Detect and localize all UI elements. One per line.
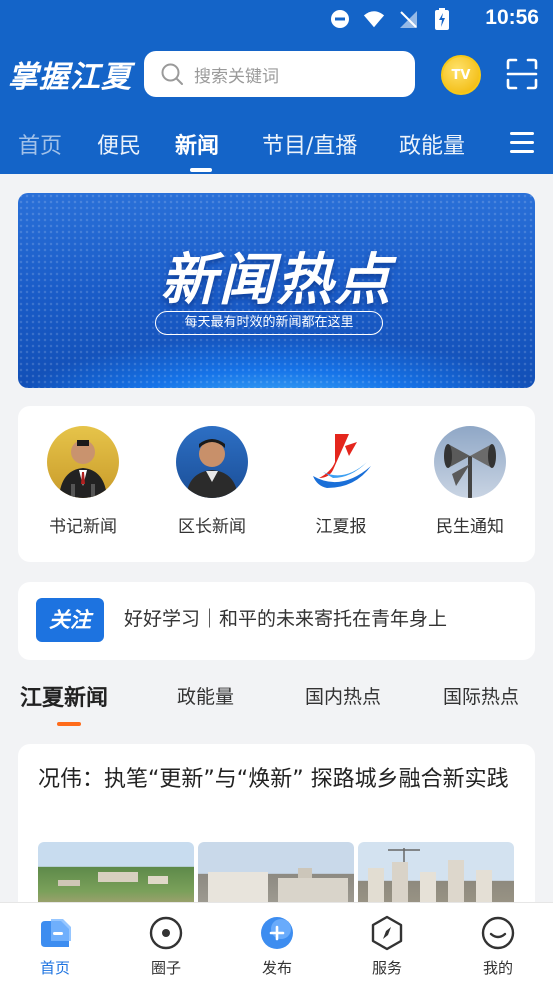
app-logo: 掌握江夏 [8,60,132,95]
tab-positive-energy-news[interactable]: 政能量 [177,682,234,709]
dnd-icon [329,8,351,30]
quick-link-label: 区长新闻 [178,517,246,537]
bottom-navigation: 首页 圈子 发布 服务 我的 [0,902,553,983]
banner-title: 新闻热点 [160,248,393,313]
quick-link-district-head-news[interactable]: 区长新闻 [162,426,262,537]
tab-jiangxia-news[interactable]: 江夏新闻 [20,680,108,712]
home-icon [37,915,73,951]
tab-positive-energy[interactable]: 政能量 [399,128,465,160]
menu-icon[interactable] [510,132,534,154]
status-bar: 10:56 [0,0,553,38]
wifi-icon [363,8,385,30]
quick-link-label: 江夏报 [315,517,367,537]
banner-subtitle: 每天最有时效的新闻都在这里 [155,311,383,335]
scan-icon[interactable] [505,57,539,91]
nav-label: 发布 [261,959,292,977]
nav-label: 首页 [39,959,70,977]
nav-service[interactable]: 服务 [352,915,422,978]
tab-home[interactable]: 首页 [18,128,62,160]
nav-home[interactable]: 首页 [20,915,90,978]
no-signal-icon [397,8,419,30]
notice-tag: 关注 [36,598,104,642]
nav-label: 圈子 [150,959,181,977]
quick-link-livelihood-notice[interactable]: 民生通知 [420,426,520,537]
article-title: 况伟：执笔“更新”与“焕新” 探路城乡融合新实践 [38,767,509,792]
notice-bar[interactable]: 关注 好好学习｜和平的未来寄托在青年身上 [18,582,535,660]
publish-icon [259,915,295,951]
nav-profile[interactable]: 我的 [463,915,533,978]
active-tab-indicator [190,168,212,172]
profile-icon [480,915,516,951]
tab-international-hotspot[interactable]: 国际热点 [443,682,519,709]
app-header: 10:56 掌握江夏 搜索关键词 TV 首页 便民 新闻 节目/直播 政能量 [0,0,553,174]
news-hotspot-banner[interactable]: 新闻热点 每天最有时效的新闻都在这里 [18,193,535,388]
quick-links-card: 书记新闻 区长新闻 江夏报 民生通知 [18,406,535,562]
quick-link-label: 书记新闻 [49,517,117,537]
channel-tabs: 首页 便民 新闻 节目/直播 政能量 [0,124,553,174]
battery-charging-icon [431,8,453,30]
status-icons [329,8,453,30]
tab-convenience[interactable]: 便民 [97,128,141,160]
nav-label: 服务 [371,959,402,977]
nav-label: 我的 [482,959,513,977]
nav-circle[interactable]: 圈子 [131,915,201,978]
top-bar: 掌握江夏 搜索关键词 TV [0,48,553,100]
service-icon [369,915,405,951]
secretary-avatar [47,426,119,498]
search-placeholder: 搜索关键词 [194,66,279,87]
notice-text: 好好学习｜和平的未来寄托在青年身上 [124,608,448,630]
tab-domestic-hotspot[interactable]: 国内热点 [305,682,381,709]
quick-link-secretary-news[interactable]: 书记新闻 [33,426,133,537]
circle-icon [148,915,184,951]
tab-news[interactable]: 新闻 [175,128,219,160]
tv-button[interactable]: TV [441,55,481,95]
active-subtab-indicator [57,722,81,726]
district-head-avatar [176,426,248,498]
search-input[interactable]: 搜索关键词 [144,51,415,97]
nav-publish[interactable]: 发布 [242,915,312,978]
quick-link-label: 民生通知 [436,517,504,537]
status-time: 10:56 [485,6,539,29]
quick-link-jiangxia-daily[interactable]: 江夏报 [291,426,391,537]
tab-programs-live[interactable]: 节目/直播 [262,128,357,160]
loudspeaker-image [434,426,506,498]
search-icon [160,62,184,86]
news-category-tabs: 江夏新闻 政能量 国内热点 国际热点 [0,676,553,726]
jiangxia-daily-logo [305,426,377,498]
